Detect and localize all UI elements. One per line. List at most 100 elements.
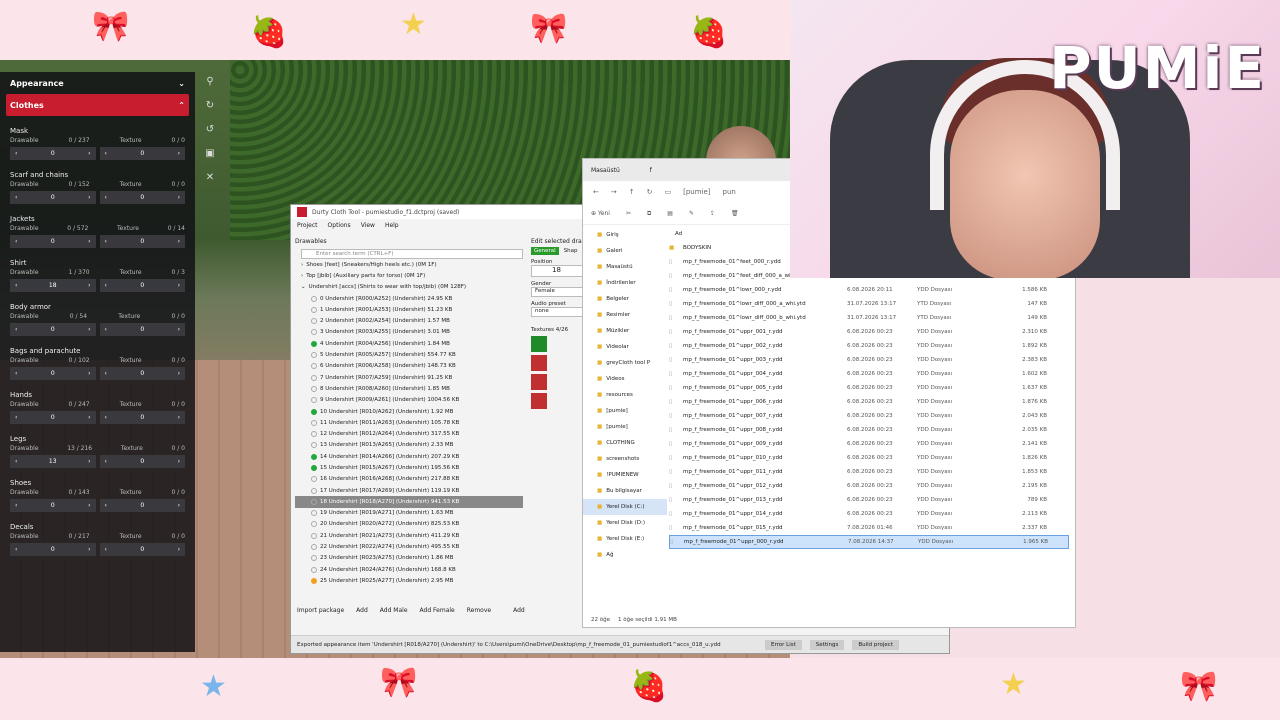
drawable-stepper[interactable]: ‹ 13 ›	[10, 455, 96, 468]
drawable-stepper[interactable]: ‹ 0 ›	[10, 543, 96, 556]
close-icon[interactable]: ✕	[202, 172, 218, 196]
drawable-item[interactable]: 7 Undershirt [R007/A259] (Undershirt) 91…	[295, 372, 523, 383]
back-icon[interactable]: ←	[593, 188, 599, 196]
file-row[interactable]: ▯ mp_f_freemode_01^uppr_006_r.ydd 6.08.20…	[669, 395, 1069, 409]
arrow-left-icon[interactable]: ‹	[15, 194, 17, 201]
sidebar-item[interactable]: ■ resources	[583, 387, 667, 403]
sidebar-item[interactable]: ■ Belgeler	[583, 291, 667, 307]
arrow-right-icon[interactable]: ›	[178, 546, 180, 553]
breadcrumb-next[interactable]: pun	[723, 188, 736, 196]
file-row[interactable]: ▯ mp_f_freemode_01^uppr_004_r.ydd 6.08.20…	[669, 367, 1069, 381]
texture-thumbnail[interactable]	[531, 374, 547, 390]
texture-stepper[interactable]: ‹ 0 ›	[99, 147, 185, 160]
tab-folder[interactable]: f	[650, 167, 652, 174]
sidebar-item[interactable]: ■ Yerel Disk (E:)	[583, 531, 667, 547]
texture-thumbnail[interactable]	[531, 393, 547, 409]
tree-group[interactable]: ⌄ Undershirt [accs] (Shirts to wear with …	[295, 282, 523, 293]
arrow-right-icon[interactable]: ›	[178, 238, 180, 245]
arrow-left-icon[interactable]: ‹	[105, 502, 107, 509]
arrow-right-icon[interactable]: ›	[88, 326, 90, 333]
drawable-item[interactable]: 2 Undershirt [R002/A254] (Undershirt) 1.…	[295, 315, 523, 326]
arrow-right-icon[interactable]: ›	[178, 370, 180, 377]
drawable-stepper[interactable]: ‹ 18 ›	[10, 279, 96, 292]
sidebar-item[interactable]: ■ screenshots	[583, 451, 667, 467]
search-input[interactable]: Enter search term (CTRL+F)	[301, 249, 523, 259]
remove-button[interactable]: Remove	[467, 607, 491, 614]
forward-icon[interactable]: →	[611, 188, 617, 196]
arrow-right-icon[interactable]: ›	[88, 194, 90, 201]
drawable-item[interactable]: 15 Undershirt [R015/A267] (Undershirt) 1…	[295, 462, 523, 473]
texture-stepper[interactable]: ‹ 0 ›	[99, 455, 185, 468]
arrow-right-icon[interactable]: ›	[178, 502, 180, 509]
texture-stepper[interactable]: ‹ 0 ›	[99, 191, 185, 204]
error-list-button[interactable]: Error List	[765, 639, 802, 650]
arrow-left-icon[interactable]: ‹	[15, 370, 17, 377]
drawable-item[interactable]: 19 Undershirt [R019/A271] (Undershirt) 1…	[295, 508, 523, 519]
file-row[interactable]: ▯ mp_f_freemode_01^uppr_011_r.ydd 6.08.20…	[669, 465, 1069, 479]
file-row[interactable]: ▯ mp_f_freemode_01^lowr_diff_000_b_whi.yt…	[669, 311, 1069, 325]
sidebar-item[interactable]: ■ greyCloth tool P	[583, 355, 667, 371]
texture-thumbnail[interactable]	[531, 336, 547, 352]
sidebar-item[interactable]: ■ Bu bilgisayar	[583, 483, 667, 499]
arrow-left-icon[interactable]: ‹	[105, 238, 107, 245]
drawable-item[interactable]: 13 Undershirt [R013/A265] (Undershirt) 2…	[295, 440, 523, 451]
arrow-left-icon[interactable]: ‹	[15, 414, 17, 421]
file-row[interactable]: ▯ mp_f_freemode_01^uppr_010_r.ydd 6.08.20…	[669, 451, 1069, 465]
file-row[interactable]: ▯ mp_f_freemode_01^uppr_015_r.ydd 7.08.20…	[669, 521, 1069, 535]
file-row[interactable]: ▯ mp_f_freemode_01^uppr_000_r.ydd 7.08.20…	[669, 535, 1069, 549]
drawable-item[interactable]: 11 Undershirt [R011/A263] (Undershirt) 1…	[295, 417, 523, 428]
texture-stepper[interactable]: ‹ 0 ›	[99, 411, 185, 424]
cut-icon[interactable]: ✂	[626, 210, 631, 217]
drawable-stepper[interactable]: ‹ 0 ›	[10, 499, 96, 512]
arrow-right-icon[interactable]: ›	[88, 282, 90, 289]
tab-shape[interactable]: Shap	[561, 247, 581, 255]
sidebar-item[interactable]: ■ Giriş	[583, 227, 667, 243]
arrow-right-icon[interactable]: ›	[88, 370, 90, 377]
sidebar-item[interactable]: ■ Masaüstü	[583, 259, 667, 275]
file-row[interactable]: ▯ mp_f_freemode_01^uppr_007_r.ydd 6.08.20…	[669, 409, 1069, 423]
arrow-right-icon[interactable]: ›	[178, 150, 180, 157]
arrow-left-icon[interactable]: ‹	[15, 502, 17, 509]
arrow-right-icon[interactable]: ›	[178, 282, 180, 289]
arrow-left-icon[interactable]: ‹	[15, 458, 17, 465]
settings-button[interactable]: Settings	[809, 639, 845, 650]
sidebar-item[interactable]: ■ Videos	[583, 371, 667, 387]
undo-icon[interactable]: ↺	[202, 124, 218, 148]
sidebar-item[interactable]: ■ [pumie]	[583, 403, 667, 419]
tab-general[interactable]: General	[531, 247, 559, 255]
save-icon[interactable]: ▣	[202, 148, 218, 172]
arrow-right-icon[interactable]: ›	[88, 546, 90, 553]
arrow-right-icon[interactable]: ›	[88, 238, 90, 245]
texture-stepper[interactable]: ‹ 0 ›	[99, 323, 185, 336]
arrow-left-icon[interactable]: ‹	[15, 546, 17, 553]
refresh-icon[interactable]: ↻	[647, 188, 653, 196]
arrow-left-icon[interactable]: ‹	[15, 150, 17, 157]
texture-stepper[interactable]: ‹ 0 ›	[99, 543, 185, 556]
drawable-stepper[interactable]: ‹ 0 ›	[10, 367, 96, 380]
menu-options[interactable]: Options	[328, 222, 351, 229]
share-icon[interactable]: ⇪	[710, 210, 715, 217]
texture-thumbnail[interactable]	[531, 355, 547, 371]
add-button[interactable]: Add	[356, 607, 368, 614]
drawable-item[interactable]: 10 Undershirt [R010/A262] (Undershirt) 1…	[295, 406, 523, 417]
drawable-item[interactable]: 3 Undershirt [R003/A255] (Undershirt) 3.…	[295, 327, 523, 338]
arrow-left-icon[interactable]: ‹	[15, 238, 17, 245]
new-button[interactable]: ⊕ Yeni	[591, 210, 610, 217]
file-row[interactable]: ▯ mp_f_freemode_01^lowr_000_r.ydd 6.08.20…	[669, 283, 1069, 297]
figure-icon[interactable]: ⚲	[202, 76, 218, 100]
sidebar-item[interactable]: ■ Galeri	[583, 243, 667, 259]
arrow-left-icon[interactable]: ‹	[105, 194, 107, 201]
sidebar-item[interactable]: ■ !PUMIENEW	[583, 467, 667, 483]
arrow-right-icon[interactable]: ›	[178, 326, 180, 333]
sidebar-item[interactable]: ■ Yerel Disk (C:)	[583, 499, 667, 515]
tree-group[interactable]: › Top [jbib] (Auxiliary parts for torso) …	[295, 270, 523, 281]
arrow-right-icon[interactable]: ›	[178, 458, 180, 465]
copy-icon[interactable]: ⧉	[647, 210, 651, 218]
menu-project[interactable]: Project	[297, 222, 318, 229]
drawable-item[interactable]: 0 Undershirt [R000/A252] (Undershirt) 24…	[295, 293, 523, 304]
texture-stepper[interactable]: ‹ 0 ›	[99, 235, 185, 248]
texture-stepper[interactable]: ‹ 0 ›	[99, 279, 185, 292]
sidebar-item[interactable]: ■ CLOTHING	[583, 435, 667, 451]
arrow-right-icon[interactable]: ›	[88, 458, 90, 465]
add-female-button[interactable]: Add Female	[420, 607, 455, 614]
